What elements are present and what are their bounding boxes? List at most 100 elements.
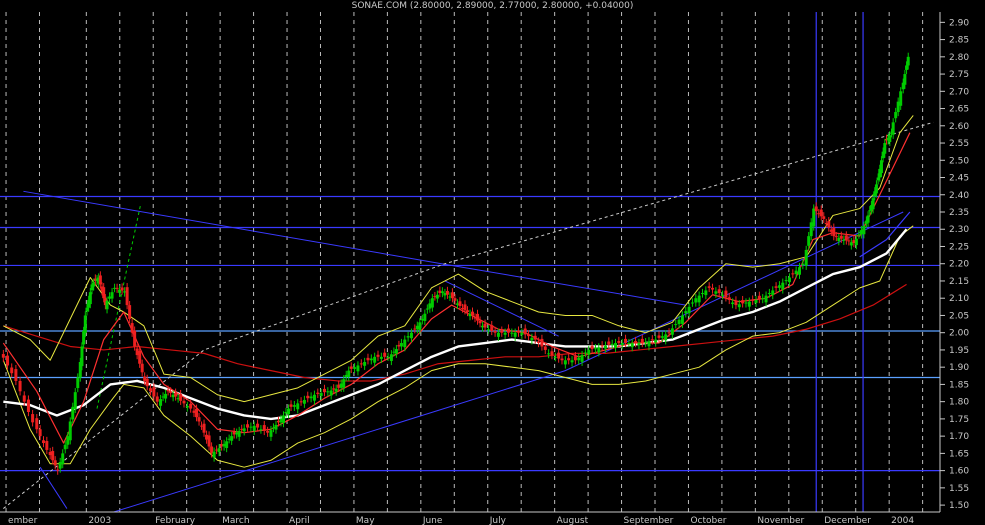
price-bar xyxy=(906,56,910,66)
price-bar xyxy=(737,304,741,308)
price-bar xyxy=(634,340,638,344)
price-bar xyxy=(299,401,303,403)
price-bar xyxy=(654,339,658,343)
price-bar xyxy=(771,290,775,296)
y-tick-label: 1.80 xyxy=(949,398,969,408)
price-bar xyxy=(630,343,634,348)
price-bar xyxy=(306,395,310,399)
price-bar xyxy=(403,339,407,348)
trendline xyxy=(3,121,934,509)
price-bar xyxy=(26,399,30,412)
price-bar xyxy=(51,450,55,461)
price-bar xyxy=(751,299,755,301)
y-tick-label: 2.70 xyxy=(949,87,969,97)
price-bar xyxy=(98,275,102,285)
x-tick-label: 2003 xyxy=(88,516,111,525)
y-tick-label: 1.65 xyxy=(949,449,969,459)
price-bar xyxy=(166,389,170,392)
x-tick-label: April xyxy=(289,516,310,525)
price-bar xyxy=(533,335,537,340)
price-bar xyxy=(781,282,785,290)
price-bar xyxy=(684,311,688,314)
price-bar xyxy=(389,354,393,361)
horizontal-levels xyxy=(0,195,940,472)
price-bar xyxy=(757,295,761,300)
y-axis: 1.50 1.55 1.60 1.65 1.70 1.75 1.80 1.85 1.90 1.95… xyxy=(939,12,969,512)
price-bar xyxy=(496,332,500,337)
price-bar xyxy=(363,362,367,366)
price-bar xyxy=(289,404,293,407)
price-bar xyxy=(627,343,631,345)
price-bar xyxy=(230,436,234,441)
price-bar xyxy=(847,240,851,242)
x-tick-label: September xyxy=(624,516,674,525)
price-bar xyxy=(660,336,664,338)
price-bar xyxy=(465,310,469,312)
price-bar xyxy=(334,388,338,392)
price-bar xyxy=(587,349,591,355)
price-bar xyxy=(680,315,684,324)
price-bar xyxy=(862,225,866,235)
price-bar xyxy=(617,340,621,344)
price-bar xyxy=(225,441,229,449)
price-bar xyxy=(189,403,193,409)
price-bar xyxy=(302,399,306,404)
price-bar xyxy=(61,453,65,465)
price-bar xyxy=(356,365,360,372)
price-bar xyxy=(506,328,510,333)
price-bar xyxy=(471,311,475,316)
price-bar xyxy=(690,302,694,304)
price-bar xyxy=(41,440,45,444)
price-bar xyxy=(252,425,256,431)
price-bar xyxy=(879,160,883,174)
price-bar xyxy=(700,293,704,295)
price-bar xyxy=(734,300,738,306)
price-bar xyxy=(620,343,624,346)
price-bar xyxy=(610,343,614,345)
trendline xyxy=(39,466,68,509)
price-bar xyxy=(839,235,843,239)
x-tick-label: October xyxy=(690,516,726,525)
price-bar xyxy=(590,345,594,350)
price-bar xyxy=(787,277,791,283)
price-bar xyxy=(731,302,735,305)
price-bar xyxy=(677,319,681,325)
price-bar xyxy=(868,210,872,212)
price-bar xyxy=(76,377,80,389)
price-bar xyxy=(707,286,711,288)
price-bar xyxy=(379,356,383,359)
price-bar xyxy=(687,306,691,314)
price-bar xyxy=(560,358,564,361)
price-bar xyxy=(68,421,72,441)
price-bar xyxy=(353,367,357,369)
price-bar xyxy=(580,355,584,362)
price-bar xyxy=(577,357,581,361)
price-bar xyxy=(266,430,270,433)
price-bar xyxy=(791,273,795,275)
price-bar xyxy=(657,335,661,338)
y-tick-label: 2.35 xyxy=(949,208,969,218)
price-bar xyxy=(10,367,14,374)
price-bar xyxy=(152,387,156,397)
price-bar xyxy=(614,343,618,349)
price-bar xyxy=(563,360,567,365)
x-tick-label: 2004 xyxy=(891,516,914,525)
price-bar xyxy=(259,429,263,431)
price-bar xyxy=(35,418,39,430)
y-tick-label: 2.85 xyxy=(949,36,969,46)
y-tick-label: 2.05 xyxy=(949,311,969,321)
y-tick-label: 1.90 xyxy=(949,363,969,373)
x-tick-label: May xyxy=(356,516,375,525)
price-bar xyxy=(483,323,487,328)
price-bar xyxy=(523,328,527,335)
price-bar xyxy=(804,249,808,266)
price-bar xyxy=(182,400,186,404)
price-bar xyxy=(874,184,878,194)
y-tick-label: 2.90 xyxy=(949,18,969,28)
price-bar xyxy=(844,235,848,241)
y-tick-label: 2.50 xyxy=(949,156,969,166)
price-bar xyxy=(530,337,534,341)
price-bar xyxy=(246,424,250,428)
price-bar xyxy=(905,65,909,70)
price-bar xyxy=(547,353,551,355)
